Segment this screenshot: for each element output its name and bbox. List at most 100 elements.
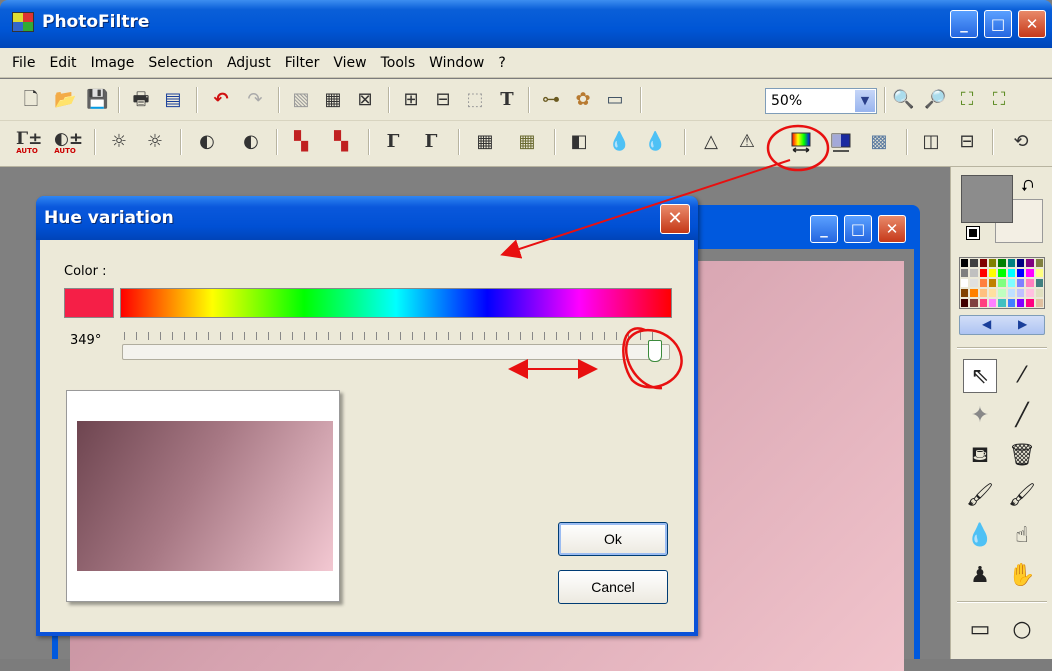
transparency-icon[interactable]: ⊠ xyxy=(354,89,376,111)
cancel-button[interactable]: Cancel xyxy=(558,570,668,604)
actual-size-icon[interactable]: ⛶ xyxy=(988,89,1010,111)
rotate-icon[interactable]: ⟲ xyxy=(1010,131,1032,153)
palette-nav[interactable]: ◀ ▶ xyxy=(959,315,1045,335)
selection-tool-icon[interactable]: ⇖ xyxy=(963,359,997,393)
palette-swatch[interactable] xyxy=(1034,298,1044,308)
hand-tool-icon[interactable]: ✋ xyxy=(1005,559,1039,593)
text-tool-icon[interactable]: T xyxy=(496,89,518,111)
brightness-minus-icon[interactable]: ☼ xyxy=(108,131,130,153)
palette-swatch[interactable] xyxy=(1006,278,1016,288)
hue-slider-thumb[interactable] xyxy=(648,340,662,362)
magic-wand-tool-icon[interactable]: ✦ xyxy=(963,399,997,433)
grid-filter-icon[interactable]: ▦ xyxy=(474,131,496,153)
gradient-icon[interactable] xyxy=(830,131,852,153)
new-file-icon[interactable]: 🗋 xyxy=(20,89,42,111)
palette-swatch[interactable] xyxy=(997,278,1007,288)
palette-swatch[interactable] xyxy=(1025,288,1035,298)
ellipse-shape-icon[interactable]: ○ xyxy=(1005,613,1039,647)
print-icon[interactable]: 🖶 xyxy=(130,89,152,111)
explorer-icon[interactable]: ⊶ xyxy=(540,89,562,111)
canvas-size-icon[interactable]: ⊟ xyxy=(432,89,454,111)
more-blur-icon[interactable]: 💧 xyxy=(644,131,666,153)
mosaic-filter-icon[interactable]: ▦ xyxy=(516,131,538,153)
more-sharpen-icon[interactable]: ⚠ xyxy=(736,131,758,153)
palette-swatch[interactable] xyxy=(1015,278,1026,288)
auto-contrast-icon[interactable]: ◐± AUTO xyxy=(54,131,83,156)
palette-swatch[interactable] xyxy=(1025,268,1035,278)
scanner-icon[interactable]: ▤ xyxy=(162,89,184,111)
fit-window-icon[interactable]: ⛶ xyxy=(956,89,978,111)
brightness-plus-icon[interactable]: ☼ xyxy=(144,131,166,153)
zoom-in-icon[interactable]: 🔍 xyxy=(892,89,914,111)
contrast-minus-icon[interactable]: ◐ xyxy=(196,131,218,153)
gamma-minus-icon[interactable]: Γ xyxy=(382,131,404,153)
palette-next-icon[interactable]: ▶ xyxy=(1018,317,1027,331)
palette-swatch[interactable] xyxy=(1025,298,1035,308)
palette-swatch[interactable] xyxy=(1034,268,1044,278)
brush-tool-icon[interactable]: 🖌 xyxy=(963,479,997,513)
maximize-button[interactable]: □ xyxy=(984,10,1012,38)
palette-swatch[interactable] xyxy=(1015,298,1026,308)
swap-colors-icon[interactable]: ⮏ xyxy=(1021,175,1034,202)
palette-swatch[interactable] xyxy=(969,298,979,308)
close-button[interactable]: ✕ xyxy=(1018,10,1046,38)
color-palette[interactable] xyxy=(959,257,1045,309)
palette-swatch[interactable] xyxy=(1015,258,1026,268)
blur-tool-icon[interactable]: 💧 xyxy=(963,519,997,553)
palette-swatch[interactable] xyxy=(960,268,970,278)
ok-button[interactable]: Ok xyxy=(558,522,668,556)
palette-swatch[interactable] xyxy=(960,288,970,298)
menu-tools[interactable]: Tools xyxy=(374,48,423,78)
palette-swatch[interactable] xyxy=(987,258,998,268)
undo-icon[interactable]: ↶ xyxy=(210,89,232,111)
menu-file[interactable]: File xyxy=(0,48,42,78)
palette-swatch[interactable] xyxy=(997,258,1007,268)
spray-tool-icon[interactable]: 🗑 xyxy=(1005,439,1039,473)
menu-adjust[interactable]: Adjust xyxy=(220,48,278,78)
palette-swatch[interactable] xyxy=(1034,258,1044,268)
palette-prev-icon[interactable]: ◀ xyxy=(982,317,991,331)
image-minimize-button[interactable]: _ xyxy=(810,215,838,243)
palette-swatch[interactable] xyxy=(978,258,988,268)
advanced-brush-tool-icon[interactable]: 🖌 xyxy=(1005,479,1039,513)
menu-edit[interactable]: Edit xyxy=(42,48,83,78)
line-tool-icon[interactable]: ╱ xyxy=(1005,399,1039,433)
fill-bucket-tool-icon[interactable]: ⛾ xyxy=(963,439,997,473)
palette-swatch[interactable] xyxy=(960,298,970,308)
menu-window[interactable]: Window xyxy=(422,48,491,78)
saturation-plus-icon[interactable]: ▚ xyxy=(330,131,352,153)
palette-swatch[interactable] xyxy=(969,288,979,298)
blur-icon[interactable]: 💧 xyxy=(608,131,630,153)
palette-swatch[interactable] xyxy=(1025,258,1035,268)
palette-swatch[interactable] xyxy=(978,268,988,278)
menu-filter[interactable]: Filter xyxy=(278,48,327,78)
flip-vertical-icon[interactable]: ⊟ xyxy=(956,131,978,153)
palette-swatch[interactable] xyxy=(1006,298,1016,308)
hue-variation-icon[interactable] xyxy=(790,131,812,153)
crop-selection-icon[interactable]: ⬚ xyxy=(464,89,486,111)
gamma-plus-icon[interactable]: Γ xyxy=(420,131,442,153)
image-maximize-button[interactable]: □ xyxy=(844,215,872,243)
reset-colors-icon[interactable] xyxy=(966,226,980,240)
palette-swatch[interactable] xyxy=(1034,288,1044,298)
palette-swatch[interactable] xyxy=(1015,268,1026,278)
open-folder-icon[interactable]: 📂 xyxy=(54,89,76,111)
redo-icon[interactable]: ↷ xyxy=(244,89,266,111)
rectangle-shape-icon[interactable]: ▭ xyxy=(963,613,997,647)
palette-swatch[interactable] xyxy=(987,268,998,278)
palette-swatch[interactable] xyxy=(969,268,979,278)
eyedropper-tool-icon[interactable]: ⁄ xyxy=(1005,359,1039,393)
image-close-button[interactable]: ✕ xyxy=(878,215,906,243)
palette-swatch[interactable] xyxy=(1006,258,1016,268)
palette-swatch[interactable] xyxy=(978,278,988,288)
texture-icon[interactable]: ▩ xyxy=(868,131,890,153)
palette-swatch[interactable] xyxy=(978,298,988,308)
palette-swatch[interactable] xyxy=(1015,288,1026,298)
auto-levels-icon[interactable]: Γ± AUTO xyxy=(16,131,42,156)
dialog-close-button[interactable]: ✕ xyxy=(660,204,690,234)
palette-swatch[interactable] xyxy=(960,278,970,288)
menu-selection[interactable]: Selection xyxy=(141,48,220,78)
saturation-minus-icon[interactable]: ▚ xyxy=(290,131,312,153)
menu-help[interactable]: ? xyxy=(491,48,512,78)
negative-icon[interactable]: ◧ xyxy=(568,131,590,153)
